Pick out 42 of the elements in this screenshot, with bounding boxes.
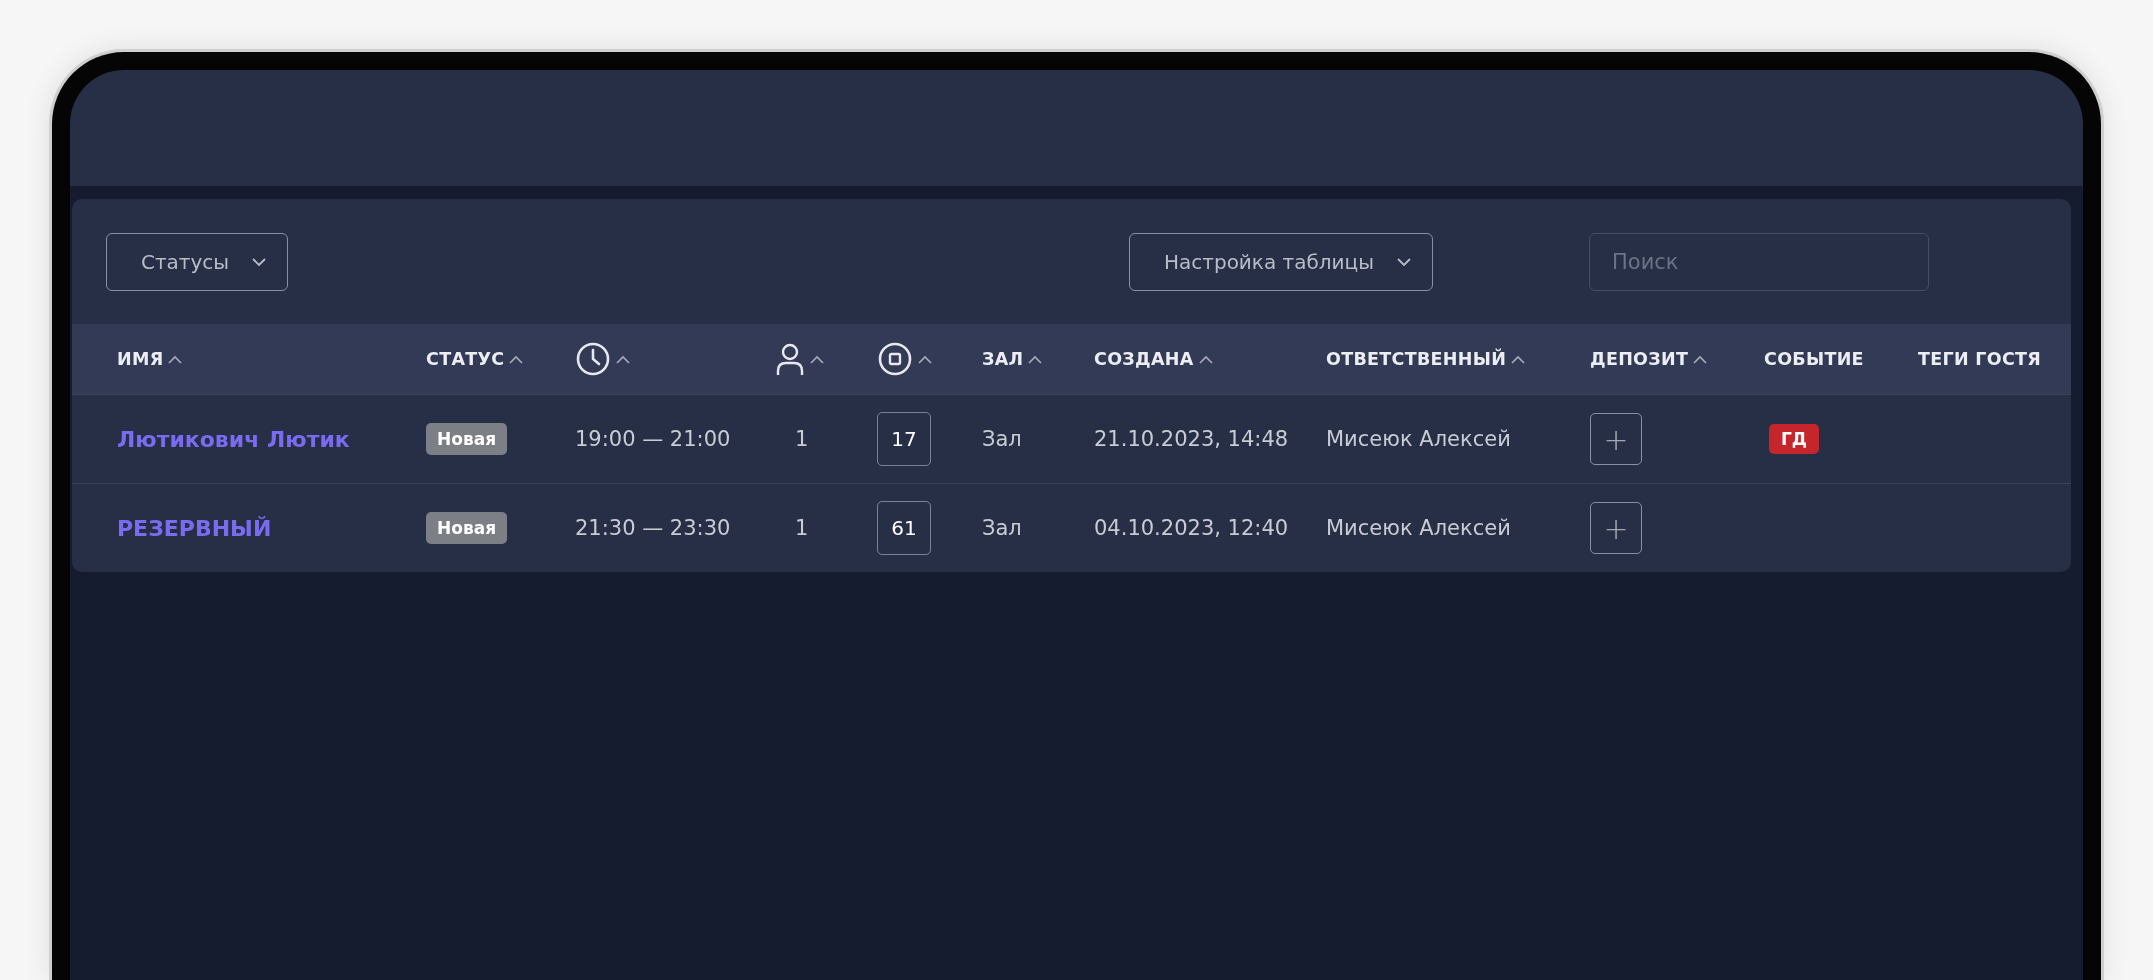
clock-icon: [575, 341, 611, 377]
responsible-name: Мисеюк Алексей: [1326, 516, 1511, 540]
table-settings-dropdown[interactable]: Настройка таблицы: [1129, 232, 1433, 291]
sort-caret-icon[interactable]: [616, 354, 630, 364]
status-filter-dropdown[interactable]: Статусы: [106, 232, 289, 291]
responsible-name: Мисеюк Алексей: [1326, 427, 1511, 451]
sort-caret-icon[interactable]: [1028, 354, 1043, 364]
person-icon: [775, 342, 805, 376]
column-header: ИМЯ: [117, 349, 164, 369]
time-range: 19:00 — 21:00: [575, 427, 731, 451]
status-badge: Новая: [426, 512, 508, 544]
table-number[interactable]: 17: [877, 412, 931, 466]
chevron-icon: [1396, 256, 1412, 267]
guest-count: 1: [795, 516, 809, 540]
sort-caret-icon[interactable]: [918, 354, 932, 364]
column-header: СОЗДАНА: [1094, 349, 1194, 369]
sort-caret-icon[interactable]: [1198, 354, 1213, 364]
sort-caret-icon[interactable]: [1511, 354, 1526, 364]
table-icon: [877, 341, 913, 377]
column-header: СТАТУС: [426, 349, 505, 369]
created-date: 21.10.2023, 14:48: [1094, 427, 1289, 451]
column-header: СОБЫТИЕ: [1764, 349, 1864, 369]
sort-caret-icon[interactable]: [509, 354, 524, 364]
sort-caret-icon[interactable]: [168, 354, 183, 364]
hall-name: Зал: [982, 516, 1022, 540]
time-range: 21:30 — 23:30: [575, 516, 731, 540]
guest-count: 1: [795, 427, 809, 451]
event-tag: ГД: [1769, 424, 1819, 454]
status-badge: Новая: [426, 423, 508, 455]
chevron-icon: [251, 256, 268, 267]
add-deposit-button[interactable]: +: [1590, 413, 1642, 465]
column-header: ТЕГИ ГОСТЯ: [1918, 349, 2042, 369]
column-header: ЗАЛ: [982, 349, 1024, 369]
add-deposit-button[interactable]: +: [1590, 502, 1642, 554]
column-header: ДЕПОЗИТ: [1590, 349, 1689, 369]
sort-caret-icon[interactable]: [810, 354, 824, 364]
hall-name: Зал: [982, 427, 1022, 451]
table-number[interactable]: 61: [877, 501, 931, 555]
sort-caret-icon[interactable]: [1693, 354, 1708, 364]
column-header: ОТВЕТСТВЕННЫЙ: [1326, 349, 1507, 369]
search-field[interactable]: Поиск: [1589, 232, 1929, 291]
created-date: 04.10.2023, 12:40: [1094, 516, 1289, 540]
